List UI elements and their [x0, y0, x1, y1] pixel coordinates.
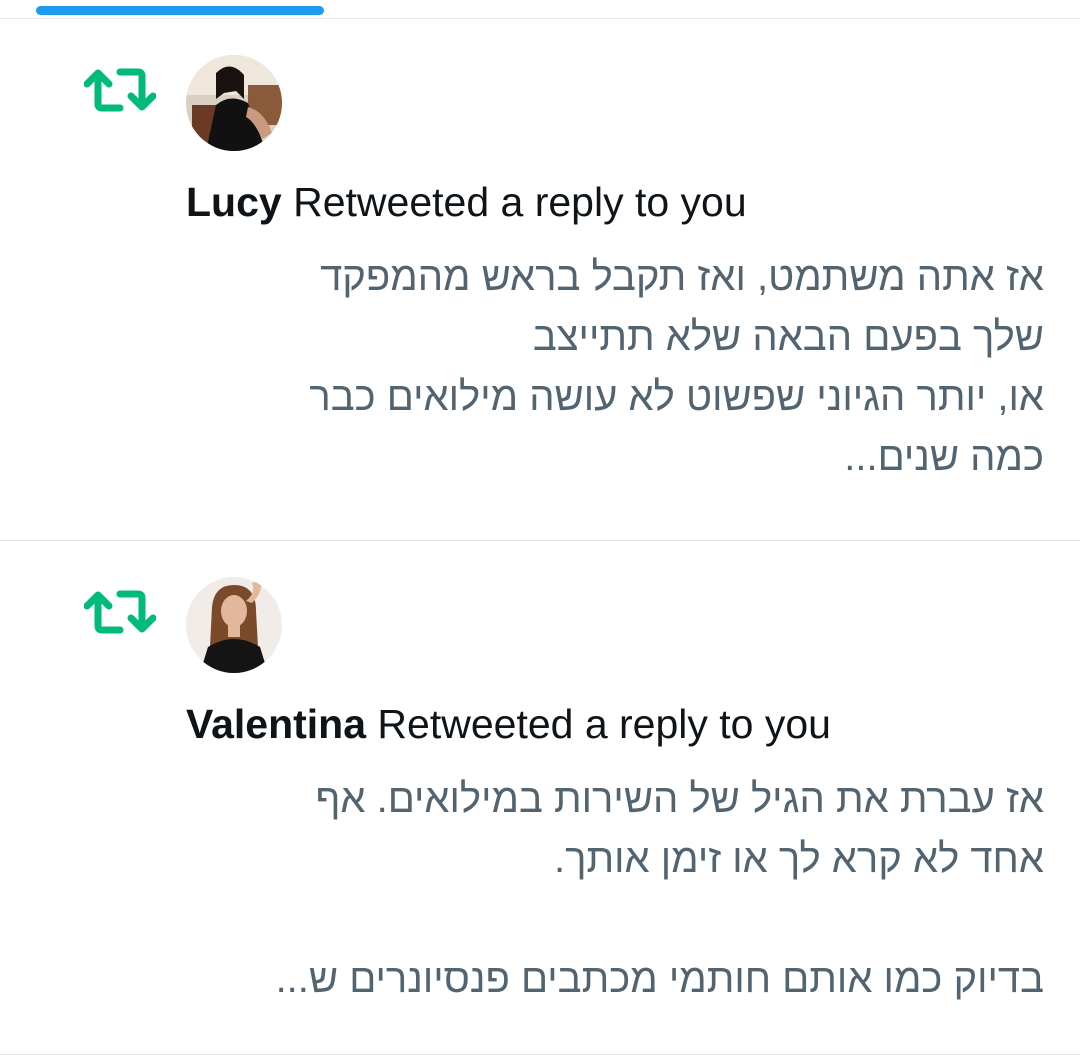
notification-item[interactable]: Valentina Retweeted a reply to you אז עב… — [0, 541, 1080, 1055]
tweet-text[interactable]: אז אתה משתמט, ואז תקבל בראש מהמפקד שלך ב… — [184, 247, 1044, 487]
tweet-text-line: שלך בפעם הבאה שלא תתייצב — [532, 315, 1044, 359]
tweet-text-line — [184, 889, 1044, 949]
user-name[interactable]: Valentina — [186, 701, 366, 747]
tweet-text-line: אחד לא קרא לך או זימן אותך. — [554, 837, 1044, 881]
user-avatar[interactable] — [186, 55, 282, 151]
tweet-text-line: או, יותר הגיוני שפשוט לא עושה מילואים כב… — [309, 375, 1044, 419]
notification-action: Retweeted a reply to you — [377, 701, 831, 747]
retweet-icon — [83, 64, 157, 116]
tweet-text-line: כמה שנים... — [844, 435, 1044, 479]
active-tab-indicator — [36, 6, 324, 15]
notification-item[interactable]: Lucy Retweeted a reply to you אז אתה משת… — [0, 19, 1080, 541]
notification-headline: Valentina Retweeted a reply to you — [186, 699, 831, 749]
user-name[interactable]: Lucy — [186, 179, 282, 225]
notification-action: Retweeted a reply to you — [293, 179, 747, 225]
tweet-text-line: בדיוק כמו אותם חותמי מכתבים פנסיונרים ש.… — [275, 957, 1044, 1001]
notification-headline: Lucy Retweeted a reply to you — [186, 177, 747, 227]
tweet-text-line: אז אתה משתמט, ואז תקבל בראש מהמפקד — [320, 255, 1044, 299]
retweet-icon — [83, 586, 157, 638]
user-avatar[interactable] — [186, 577, 282, 673]
tweet-text[interactable]: אז עברת את הגיל של השירות במילואים. אף א… — [184, 769, 1044, 1009]
tweet-text-line: אז עברת את הגיל של השירות במילואים. אף — [315, 777, 1044, 821]
